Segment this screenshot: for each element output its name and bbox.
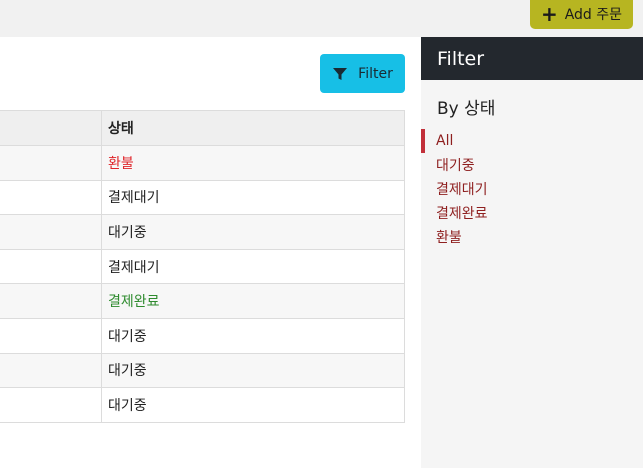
top-bar: + Add 주문 [0,0,643,37]
main-content: Filter 상태 환불 결제대기 대기중 결제대기 결제완료 대기중 대기중 대기중 [0,37,421,468]
status-cell: 대기중 [102,318,405,353]
table-row[interactable]: 환불 [0,146,405,181]
table-cell [0,388,102,422]
table-header-row: 상태 [0,111,405,146]
table-cell [0,146,102,180]
sidebar-filter-item[interactable]: All [421,129,643,153]
filter-button[interactable]: Filter [320,54,405,93]
status-cell: 대기중 [102,388,405,422]
add-order-button[interactable]: + Add 주문 [530,0,633,29]
table-cell [0,249,102,284]
sidebar-filter-item[interactable]: 환불 [421,225,643,249]
filter-sidebar: Filter By 상태 All 대기중 결제대기 결제완료 환불 [421,37,643,468]
status-cell: 대기중 [102,353,405,388]
table-row[interactable]: 결제대기 [0,180,405,216]
table-row[interactable]: 결제대기 [0,249,405,285]
filter-button-label: Filter [358,65,393,82]
status-cell: 결제대기 [102,180,405,215]
plus-icon: + [540,1,558,26]
column-header [0,111,102,145]
sidebar-filter-item[interactable]: 결제대기 [421,177,643,201]
table-row[interactable]: 대기중 [0,215,405,250]
table-cell [0,353,102,388]
add-order-label: Add 주문 [564,6,623,23]
table-cell [0,215,102,249]
status-filter-list: All 대기중 결제대기 결제완료 환불 [421,129,643,249]
status-cell: 결제완료 [102,284,405,318]
sidebar-filter-item[interactable]: 대기중 [421,153,643,177]
table-row[interactable]: 대기중 [0,388,405,423]
column-header-status[interactable]: 상태 [102,111,405,145]
sidebar-filter-item[interactable]: 결제완료 [421,201,643,225]
table-row[interactable]: 결제완료 [0,284,405,319]
status-cell: 결제대기 [102,249,405,284]
funnel-icon [333,67,348,80]
table-row[interactable]: 대기중 [0,353,405,389]
table-cell [0,318,102,353]
table-cell [0,284,102,318]
table-row[interactable]: 대기중 [0,318,405,354]
sidebar-section-title: By 상태 [437,99,496,119]
status-cell: 환불 [102,146,405,180]
orders-table: 상태 환불 결제대기 대기중 결제대기 결제완료 대기중 대기중 대기중 [0,110,405,423]
status-cell: 대기중 [102,215,405,249]
table-cell [0,180,102,215]
sidebar-title: Filter [421,37,643,80]
